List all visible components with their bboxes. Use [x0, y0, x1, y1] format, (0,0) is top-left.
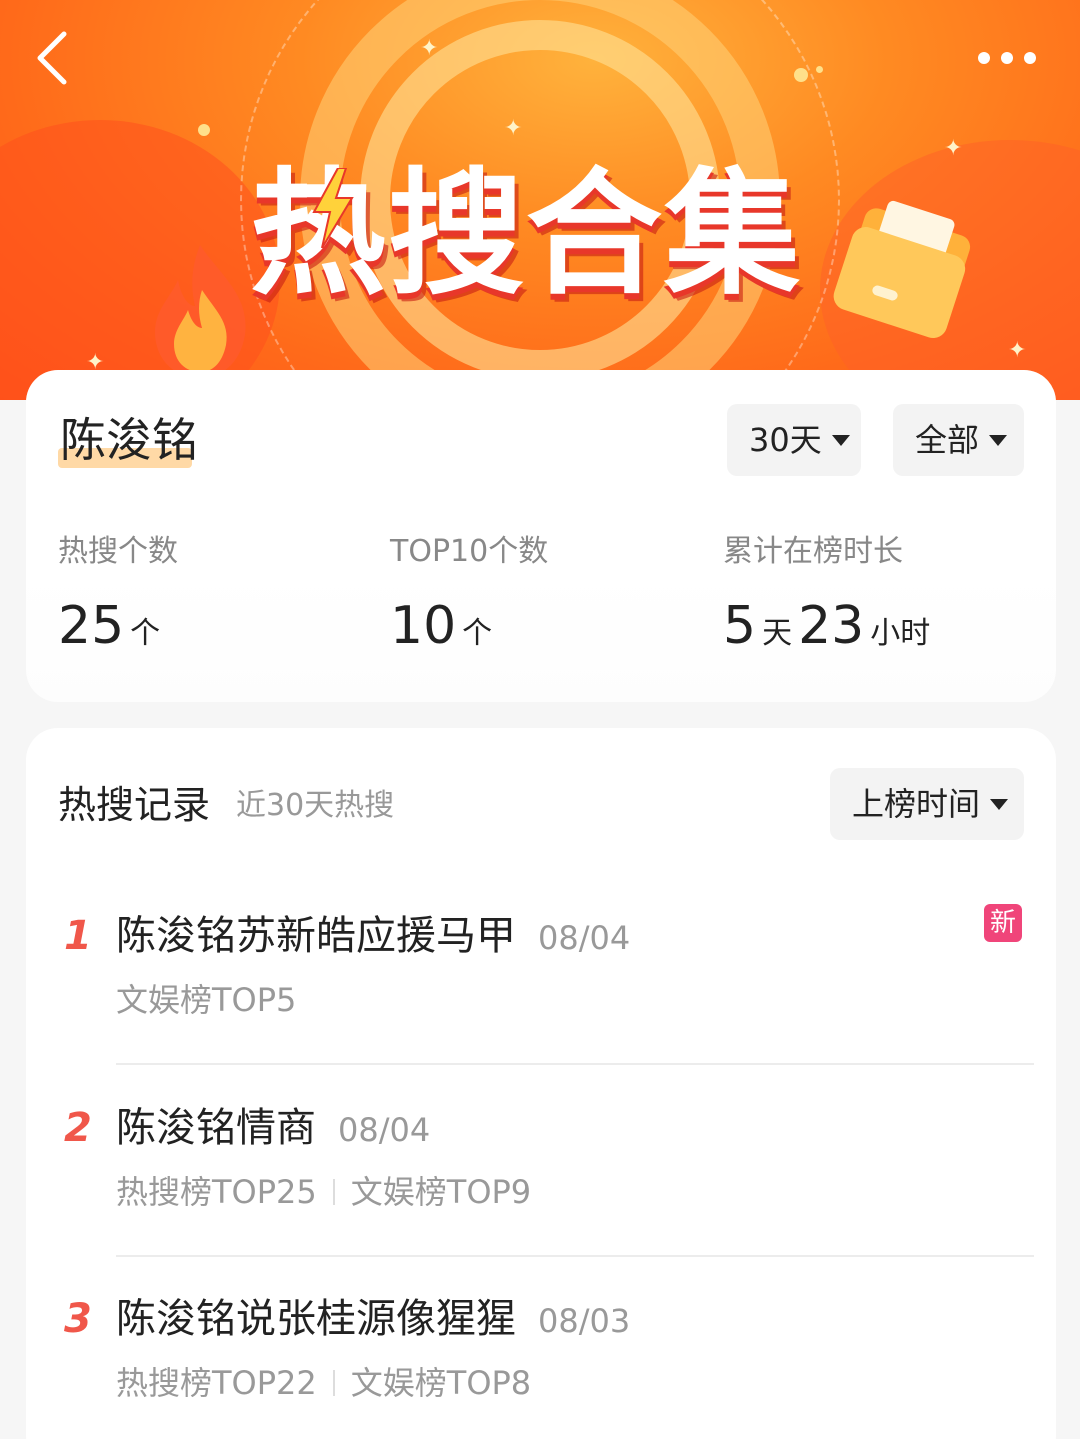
stat-value: 25 个: [58, 596, 178, 668]
banner-dot: [794, 68, 808, 82]
record-item[interactable]: 3 陈浚铭说张桂源像猩猩 08/03 热搜榜TOP22 文娱榜TOP8: [26, 1259, 1056, 1439]
flame-icon: [155, 245, 246, 378]
stat-days-number: 5: [723, 596, 757, 656]
stat-hot-count: 热搜个数 25 个: [58, 530, 178, 668]
record-tags: 文娱榜TOP5: [116, 976, 296, 1024]
record-title-row: 陈浚铭说张桂源像猩猩 08/03: [116, 1289, 630, 1351]
caret-down-icon: [831, 434, 850, 446]
more-button[interactable]: [972, 40, 1042, 76]
more-dot: [1024, 52, 1036, 64]
record-tag: 文娱榜TOP8: [350, 1364, 532, 1402]
stat-label: 累计在榜时长: [723, 534, 903, 569]
records-title: 热搜记录: [58, 783, 211, 827]
rank-number: 2: [64, 1105, 92, 1151]
record-date: 08/03: [538, 1302, 631, 1340]
record-tag: 热搜榜TOP22: [116, 1364, 317, 1402]
stat-unit: 个: [130, 616, 161, 651]
more-dot: [1001, 52, 1013, 64]
days-filter-label: 30天: [749, 421, 822, 459]
record-item[interactable]: 1 陈浚铭苏新皓应援马甲 08/04 文娱榜TOP5: [26, 876, 1056, 1068]
stat-label: 热搜个数: [58, 534, 178, 569]
record-tag: 文娱榜TOP5: [116, 981, 297, 1019]
tag-separator: [332, 1179, 335, 1205]
scope-filter-dropdown[interactable]: 全部: [893, 404, 1024, 476]
record-item[interactable]: 2 陈浚铭情商 08/04 热搜榜TOP25 文娱榜TOP9: [26, 1068, 1056, 1260]
sort-label: 上榜时间: [852, 785, 981, 823]
sort-dropdown[interactable]: 上榜时间: [830, 768, 1024, 840]
lightning-icon: [312, 168, 354, 248]
scope-filter-label: 全部: [915, 421, 980, 459]
rank-number: 1: [64, 913, 92, 959]
chevron-left-icon: [37, 31, 67, 85]
stat-hours-number: 23: [798, 596, 865, 656]
record-date: 08/04: [538, 919, 631, 957]
header-banner: ✦ ✦ ✦ ✦ ✦ 热搜合集: [0, 0, 1080, 400]
stat-number: 25: [58, 596, 125, 656]
tag-separator: [332, 1370, 335, 1396]
divider: [116, 1255, 1034, 1257]
record-tag: 热搜榜TOP25: [116, 1173, 317, 1211]
back-button[interactable]: [34, 30, 74, 86]
stat-days-unit: 天: [762, 616, 793, 651]
sparkle-icon: ✦: [504, 116, 523, 141]
records-card: 热搜记录 近30天热搜 上榜时间 新 1 陈浚铭苏新皓应援马甲 08/04 文娱榜…: [26, 728, 1056, 1439]
person-name: 陈浚铭: [60, 413, 198, 467]
record-title-row: 陈浚铭情商 08/04: [116, 1098, 430, 1160]
folder-icon: [833, 200, 971, 339]
record-title-row: 陈浚铭苏新皓应援马甲 08/04: [116, 906, 630, 968]
sparkle-icon: ✦: [1008, 338, 1027, 363]
stat-top10-count: TOP10个数 10 个: [390, 530, 548, 668]
record-title: 陈浚铭情商: [116, 1105, 316, 1151]
more-horizontal-icon: [978, 52, 990, 64]
record-date: 08/04: [338, 1111, 431, 1149]
record-title: 陈浚铭说张桂源像猩猩: [116, 1296, 516, 1342]
record-title: 陈浚铭苏新皓应援马甲: [116, 913, 516, 959]
summary-card: 陈浚铭 30天 全部 热搜个数 25 个 TOP10个数 10 个 累计在榜时长 5…: [26, 370, 1056, 702]
rank-number: 3: [64, 1296, 92, 1342]
stat-label: TOP10个数: [390, 534, 549, 569]
stat-value: 5 天 23 小时: [723, 596, 936, 668]
stat-value: 10 个: [390, 596, 548, 668]
stat-hours-unit: 小时: [870, 616, 931, 651]
days-filter-dropdown[interactable]: 30天: [727, 404, 861, 476]
record-tags: 热搜榜TOP25 文娱榜TOP9: [116, 1168, 531, 1216]
stat-total-duration: 累计在榜时长 5 天 23 小时: [723, 530, 936, 668]
stat-unit: 个: [462, 616, 493, 651]
record-tag: 文娱榜TOP9: [350, 1173, 532, 1211]
sparkle-icon: ✦: [420, 36, 439, 61]
caret-down-icon: [989, 434, 1008, 446]
records-subtitle: 近30天热搜: [236, 788, 395, 823]
banner-dot: [816, 66, 823, 73]
divider: [116, 1063, 1034, 1065]
caret-down-icon: [990, 798, 1009, 810]
record-tags: 热搜榜TOP22 文娱榜TOP8: [116, 1359, 531, 1407]
banner-dot: [198, 124, 210, 136]
sparkle-icon: ✦: [944, 136, 963, 161]
stat-number: 10: [390, 596, 457, 656]
